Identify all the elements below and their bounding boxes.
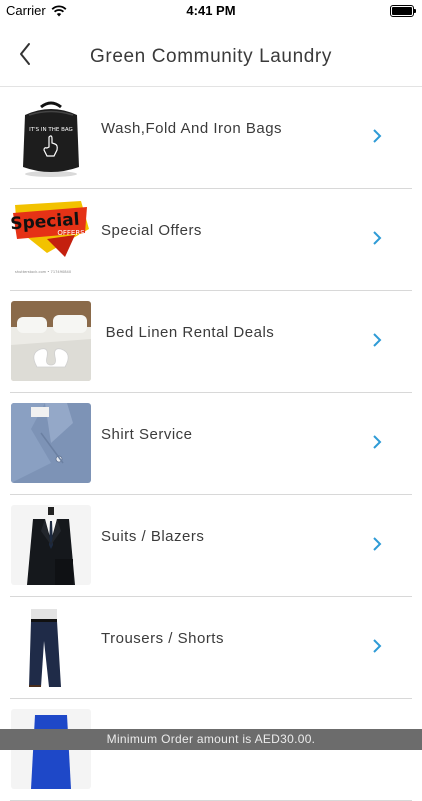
page-title: Green Community Laundry bbox=[90, 46, 332, 67]
status-bar: Carrier 4:41 PM bbox=[0, 0, 422, 22]
chevron-right-icon bbox=[373, 129, 382, 143]
laundry-bag-image: IT'S IN THE BAG bbox=[11, 97, 91, 177]
service-label: Wash,Fold And Iron Bags bbox=[101, 120, 283, 137]
shirt-image bbox=[11, 403, 91, 483]
service-row-special-offers[interactable]: Special OFFERS shutterstock.com • 717490… bbox=[10, 189, 412, 291]
service-list: IT'S IN THE BAG Wash,Fold And Iron Bags … bbox=[0, 87, 422, 801]
trousers-image bbox=[11, 607, 91, 687]
promo-sub: OFFERS bbox=[57, 229, 85, 237]
service-row-bed-linen[interactable]: Bed Linen Rental Deals bbox=[10, 291, 412, 393]
service-row-suits[interactable]: Suits / Blazers bbox=[10, 495, 412, 597]
service-label: Suits / Blazers bbox=[101, 528, 205, 545]
suit-image bbox=[11, 505, 91, 585]
chevron-right-icon bbox=[373, 333, 382, 347]
minimum-order-banner: Minimum Order amount is AED30.00. bbox=[0, 729, 422, 750]
bag-print-text: IT'S IN THE BAG bbox=[29, 127, 73, 133]
chevron-right-icon bbox=[373, 435, 382, 449]
clock: 4:41 PM bbox=[186, 3, 236, 18]
chevron-right-icon bbox=[373, 639, 382, 653]
service-label: Special Offers bbox=[101, 222, 202, 239]
special-offers-image: Special OFFERS shutterstock.com • 717490… bbox=[11, 199, 91, 279]
chevron-right-icon bbox=[373, 537, 382, 551]
service-row-shirt[interactable]: Shirt Service bbox=[10, 393, 412, 495]
service-label: Shirt Service bbox=[101, 426, 193, 443]
service-row-wash-fold-iron[interactable]: IT'S IN THE BAG Wash,Fold And Iron Bags bbox=[10, 87, 412, 189]
service-row-trousers[interactable]: Trousers / Shorts bbox=[10, 597, 412, 699]
chevron-right-icon bbox=[373, 231, 382, 245]
service-label: Bed Linen Rental Deals bbox=[101, 324, 275, 341]
image-credit: shutterstock.com • 717490840 bbox=[15, 270, 72, 274]
battery-icon bbox=[390, 5, 416, 17]
service-label: Trousers / Shorts bbox=[101, 630, 224, 647]
service-row-dress[interactable] bbox=[10, 699, 412, 801]
bed-linen-image bbox=[11, 301, 91, 381]
navigation-bar: Green Community Laundry bbox=[0, 22, 422, 87]
